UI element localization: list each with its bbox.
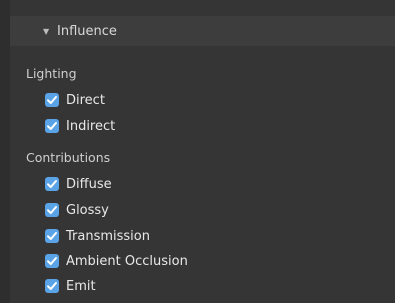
section-label-contributions: Contributions bbox=[26, 150, 111, 165]
section-label-lighting: Lighting bbox=[26, 66, 77, 81]
checkmark-icon bbox=[47, 180, 57, 188]
influence-panel-header[interactable]: ▼ Influence bbox=[10, 16, 395, 46]
checkbox-transmission[interactable] bbox=[45, 229, 59, 243]
checkmark-icon bbox=[47, 282, 57, 290]
checkbox-emit[interactable] bbox=[45, 279, 59, 293]
checkbox-label-indirect: Indirect bbox=[66, 118, 116, 134]
checkmark-icon bbox=[47, 232, 57, 240]
checkbox-label-diffuse: Diffuse bbox=[66, 176, 112, 192]
disclosure-triangle-down-icon: ▼ bbox=[43, 26, 50, 36]
checkbox-ambient-occlusion[interactable] bbox=[45, 254, 59, 268]
checkbox-label-glossy: Glossy bbox=[66, 202, 109, 218]
checkbox-row-glossy[interactable]: Glossy bbox=[45, 200, 109, 220]
checkbox-row-ambient-occlusion[interactable]: Ambient Occlusion bbox=[45, 251, 188, 271]
checkbox-indirect[interactable] bbox=[45, 119, 59, 133]
checkbox-row-emit[interactable]: Emit bbox=[45, 276, 96, 296]
checkbox-label-direct: Direct bbox=[66, 92, 105, 108]
checkbox-row-diffuse[interactable]: Diffuse bbox=[45, 174, 112, 194]
checkbox-direct[interactable] bbox=[45, 93, 59, 107]
checkmark-icon bbox=[47, 96, 57, 104]
panel-title: Influence bbox=[57, 23, 117, 39]
checkbox-row-indirect[interactable]: Indirect bbox=[45, 116, 115, 136]
checkbox-label-ambient-occlusion: Ambient Occlusion bbox=[66, 253, 188, 269]
checkbox-row-direct[interactable]: Direct bbox=[45, 90, 105, 110]
checkbox-label-transmission: Transmission bbox=[66, 228, 150, 244]
checkbox-glossy[interactable] bbox=[45, 203, 59, 217]
checkmark-icon bbox=[47, 206, 57, 214]
checkbox-label-emit: Emit bbox=[66, 278, 96, 294]
checkbox-diffuse[interactable] bbox=[45, 177, 59, 191]
checkbox-row-transmission[interactable]: Transmission bbox=[45, 226, 150, 246]
checkmark-icon bbox=[47, 257, 57, 265]
checkmark-icon bbox=[47, 122, 57, 130]
influence-panel: ▼ Influence Lighting Direct Indirect Con… bbox=[10, 0, 395, 303]
